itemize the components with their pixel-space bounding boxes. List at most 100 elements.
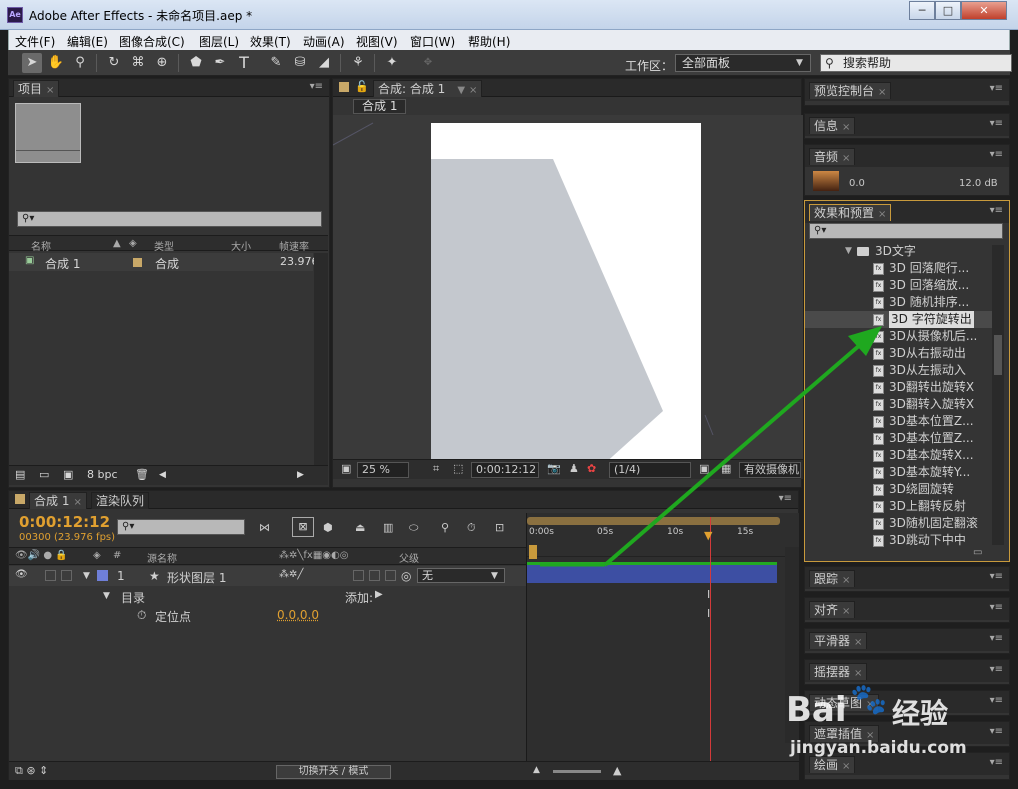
brainstorm-icon[interactable]: ⚲ (441, 521, 449, 534)
workspace-select[interactable]: 全部面板 (675, 54, 811, 72)
panel-menu-icon[interactable]: ▾≡ (990, 149, 1003, 160)
solo-toggle[interactable] (45, 570, 56, 581)
effect-item[interactable]: fx 3D 随机排序... (805, 294, 992, 311)
brush-tool-icon[interactable]: ✎ (266, 53, 286, 73)
zoom-in-icon[interactable]: ▲ (613, 764, 621, 777)
switch-box[interactable] (369, 570, 380, 581)
scroll-left-icon[interactable]: ◀ (159, 470, 166, 480)
zoom-tool-icon[interactable]: ⚲ (70, 53, 90, 73)
panel-menu-icon[interactable]: ▾≡ (990, 695, 1003, 706)
help-search-input[interactable]: 搜索帮助 (820, 54, 1012, 72)
draft-3d-icon[interactable]: ⬢ (323, 521, 333, 534)
pick-whip-icon[interactable]: ◎ (401, 569, 411, 583)
channel-icon[interactable]: ✿ (583, 462, 600, 478)
graph-editor-icon[interactable]: ⊡ (495, 521, 504, 534)
close-icon[interactable]: × (842, 153, 850, 164)
tab-wiggler[interactable]: 摇摆器 × (809, 663, 868, 680)
transparency-grid-icon[interactable]: ▦ (717, 462, 735, 478)
motion-blur-icon[interactable]: ⬭ (409, 521, 418, 535)
col-size[interactable]: 大小 (231, 238, 251, 253)
col-rate[interactable]: 帧速率 (279, 238, 309, 253)
folder-row[interactable]: ▼ 3D文字 (805, 243, 992, 260)
tab-timeline-comp[interactable]: 合成 1 × (29, 492, 87, 509)
menu-edit[interactable]: 编辑(E) (67, 33, 108, 50)
menu-view[interactable]: 视图(V) (356, 33, 398, 50)
menu-effect[interactable]: 效果(T) (250, 33, 291, 50)
trash-icon[interactable]: 🗑 (135, 468, 149, 481)
close-icon[interactable]: × (46, 85, 54, 96)
current-time-field[interactable]: 0:00:12:12 (471, 462, 539, 478)
lock-icon[interactable]: 🔓 (355, 80, 369, 93)
close-icon[interactable]: × (878, 87, 886, 98)
effect-item[interactable]: fx 3D基本旋转Y... (805, 464, 992, 481)
scroll-right-icon[interactable]: ▶ (297, 470, 304, 480)
effect-item[interactable]: fx 3D上翻转反射 (805, 498, 992, 515)
tab-preview[interactable]: 预览控制台 × (809, 82, 892, 99)
new-folder-icon[interactable]: ▭ (973, 547, 982, 558)
layer-switches[interactable]: ⁂✲╱ (279, 569, 303, 580)
add-label[interactable]: 添加: (345, 589, 373, 606)
region-icon[interactable]: ▣ (337, 462, 355, 478)
timeline-search-input[interactable]: ⚲▾ (117, 519, 245, 535)
project-search-input[interactable]: ⚲▾ (17, 211, 322, 227)
zoom-slider[interactable] (553, 770, 601, 773)
snapshot-icon[interactable]: 📷 (543, 462, 565, 478)
new-composition-icon[interactable]: ▣ (63, 468, 73, 481)
comp-mini-flowchart-icon[interactable]: ⋈ (259, 521, 270, 534)
close-icon[interactable]: × (866, 699, 874, 710)
close-icon[interactable]: × (878, 209, 886, 220)
effect-item[interactable]: fx 3D翻转出旋转X (805, 379, 992, 396)
effect-item-selected[interactable]: fx 3D 字符旋转出 (805, 311, 992, 328)
bit-depth-label[interactable]: 8 bpc (87, 468, 118, 481)
close-icon[interactable]: × (842, 575, 850, 586)
anchor-point-value[interactable]: 0.0,0.0 (277, 608, 319, 622)
resolution-select[interactable]: (1/4) (609, 462, 691, 478)
panel-menu-icon[interactable]: ▾≡ (990, 571, 1003, 582)
tab-render-queue[interactable]: 渲染队列 (91, 492, 150, 509)
effect-item[interactable]: fx 3D跳动下中中 (805, 532, 992, 549)
menu-help[interactable]: 帮助(H) (468, 33, 510, 50)
panel-menu-icon[interactable]: ▾≡ (779, 493, 792, 504)
visibility-eye-icon[interactable]: 👁 (15, 569, 28, 580)
roto-brush-tool-icon[interactable]: ⚘ (348, 53, 368, 73)
effect-item[interactable]: fx 3D 回落缩放... (805, 277, 992, 294)
grid-icon[interactable]: ⌗ (429, 462, 443, 478)
panel-menu-icon[interactable]: ▾≡ (990, 633, 1003, 644)
live-update-icon[interactable]: ⊠ (292, 517, 314, 537)
zoom-out-icon[interactable]: ▲ (533, 765, 540, 775)
playhead-handle-icon[interactable]: ▼ (704, 529, 712, 542)
layer-label-swatch[interactable] (97, 570, 108, 581)
effect-item[interactable]: fx 3D 回落爬行... (805, 260, 992, 277)
tab-paint[interactable]: 绘画 × (809, 756, 856, 773)
hand-tool-icon[interactable]: ✋ (46, 53, 66, 73)
text-tool-icon[interactable]: T (234, 53, 254, 73)
auto-keyframe-icon[interactable]: ⏱ (467, 521, 476, 535)
composition-breadcrumb[interactable]: 合成 1 (353, 99, 407, 114)
maximize-button[interactable]: □ (935, 1, 961, 20)
zoom-select[interactable]: 25 % (357, 462, 409, 478)
rotate-tool-icon[interactable]: ↻ (104, 53, 124, 73)
tab-effects-presets[interactable]: 效果和预置 × (809, 204, 892, 221)
tab-smoother[interactable]: 平滑器 × (809, 632, 868, 649)
expand-arrow-icon[interactable]: ▼ (845, 243, 852, 260)
project-item-row[interactable]: ▣ 合成 1 合成 23.976 (9, 253, 319, 271)
keyframe-marker[interactable]: I (707, 588, 710, 601)
camera-tool-icon[interactable]: ⌘ (128, 53, 148, 73)
close-icon[interactable]: × (854, 668, 862, 679)
project-scrollbar[interactable] (314, 253, 328, 465)
playhead-line[interactable] (710, 517, 711, 768)
menu-composition[interactable]: 图像合成(C) (119, 33, 185, 50)
composition-viewer[interactable] (333, 115, 803, 459)
anchor-point-row[interactable]: ⏱ 定位点 0.0,0.0 (9, 605, 526, 625)
layer-row[interactable]: 👁 ▼ 1 ★ 形状图层 1 ⁂✲╱ ◎ 无 ▼ (9, 566, 526, 586)
work-area-start-handle[interactable] (529, 545, 537, 559)
tab-project[interactable]: 项目 × (13, 80, 60, 97)
shape-tool-icon[interactable]: ⬟ (186, 53, 206, 73)
col-name[interactable]: 名称 (31, 238, 51, 253)
effect-item[interactable]: fx 3D基本位置Z... (805, 430, 992, 447)
tab-audio[interactable]: 音频 × (809, 148, 856, 165)
minimize-button[interactable]: ─ (909, 1, 935, 20)
lock-toggle[interactable] (61, 570, 72, 581)
panel-menu-icon[interactable]: ▾≡ (990, 118, 1003, 129)
tab-composition[interactable]: 合成: 合成 1 ▼ × (373, 80, 483, 97)
